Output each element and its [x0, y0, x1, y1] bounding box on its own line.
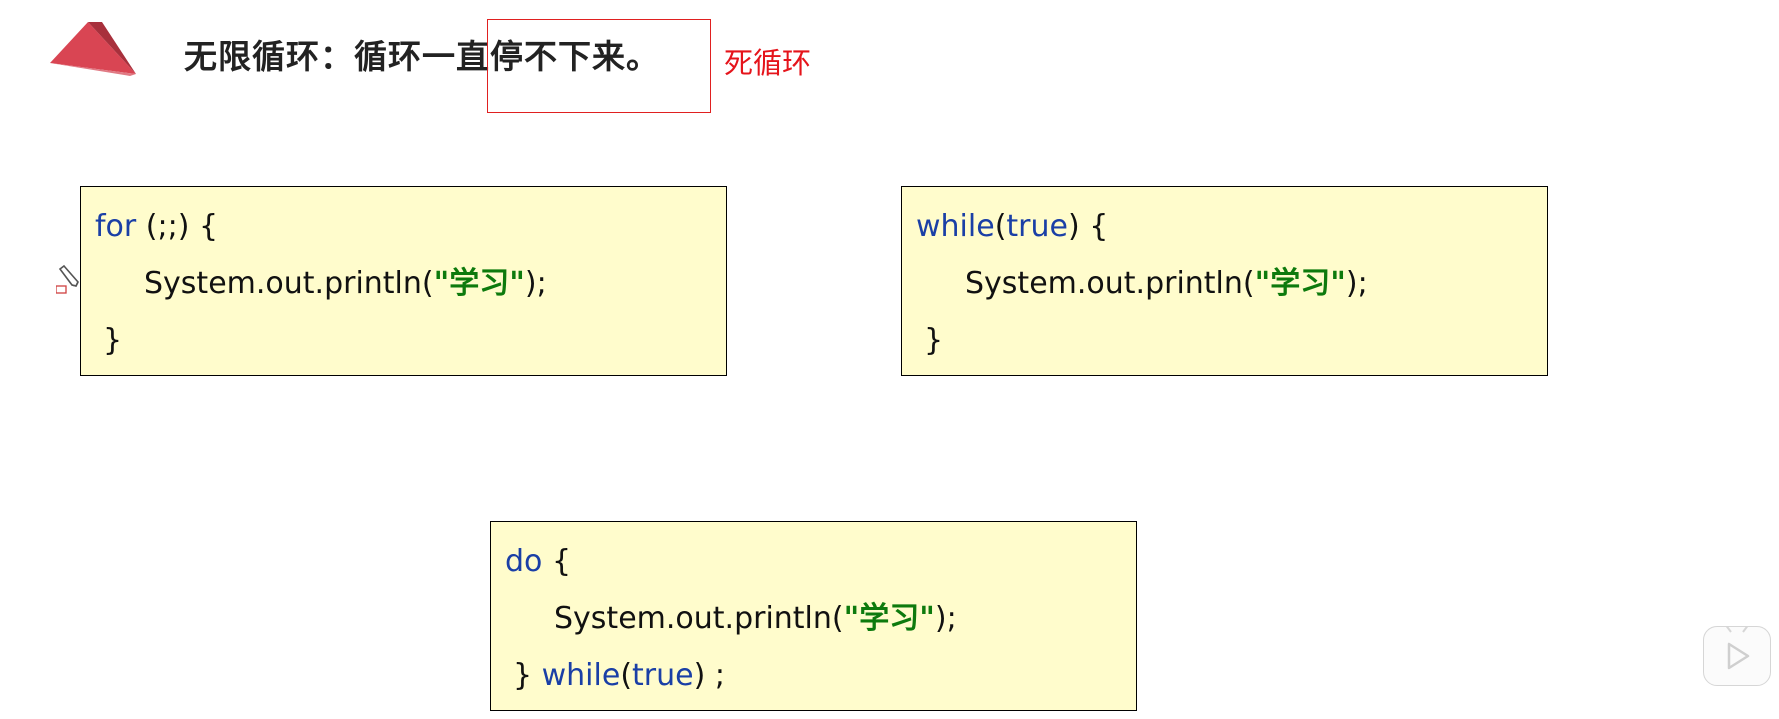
code-text: } — [513, 658, 542, 693]
code-block-while-loop: while(true) { System.out.println("学习"); … — [901, 186, 1548, 376]
string-literal: "学习" — [1254, 266, 1346, 301]
code-line: System.out.println("学习"); — [144, 266, 547, 302]
code-line: } — [924, 323, 943, 359]
code-block-for-loop: for (;;) { System.out.println("学习"); } — [80, 186, 727, 376]
code-line: System.out.println("学习"); — [965, 266, 1368, 302]
annotation-label: 死循环 — [724, 46, 812, 80]
code-text: System.out.println( — [965, 266, 1255, 301]
code-line: System.out.println("学习"); — [554, 601, 957, 637]
code-line: while(true) { — [916, 209, 1108, 245]
annotation-highlight-box — [487, 19, 711, 113]
code-text: { — [542, 544, 572, 579]
code-text: } — [103, 323, 123, 358]
keyword: do — [505, 544, 543, 579]
code-text: ) ; — [693, 658, 725, 693]
code-text: } — [924, 323, 944, 358]
code-line: do { — [505, 544, 571, 580]
code-text: ); — [934, 601, 957, 636]
code-line: } — [103, 323, 122, 359]
code-text: ( — [994, 209, 1007, 244]
keyword: for — [95, 209, 137, 244]
code-text: (;;) { — [136, 209, 219, 244]
code-text: ); — [1345, 266, 1368, 301]
code-text: ( — [620, 658, 633, 693]
code-text: System.out.println( — [554, 601, 844, 636]
string-literal: "学习" — [843, 601, 935, 636]
code-text: ) { — [1067, 209, 1109, 244]
code-line: for (;;) { — [95, 209, 218, 245]
keyword: true — [632, 658, 694, 693]
code-text: System.out.println( — [144, 266, 434, 301]
play-button[interactable] — [1703, 625, 1771, 686]
keyword: while — [916, 209, 995, 244]
keyword: true — [1006, 209, 1068, 244]
keyword: while — [541, 658, 621, 693]
play-icon — [1724, 625, 1749, 669]
code-block-do-while-loop: do { System.out.println("学习"); } while(t… — [490, 521, 1137, 711]
red-triangle-logo-icon — [50, 22, 136, 76]
string-literal: "学习" — [433, 266, 525, 301]
code-line: } while(true) ; — [513, 658, 725, 694]
code-text: ); — [524, 266, 547, 301]
